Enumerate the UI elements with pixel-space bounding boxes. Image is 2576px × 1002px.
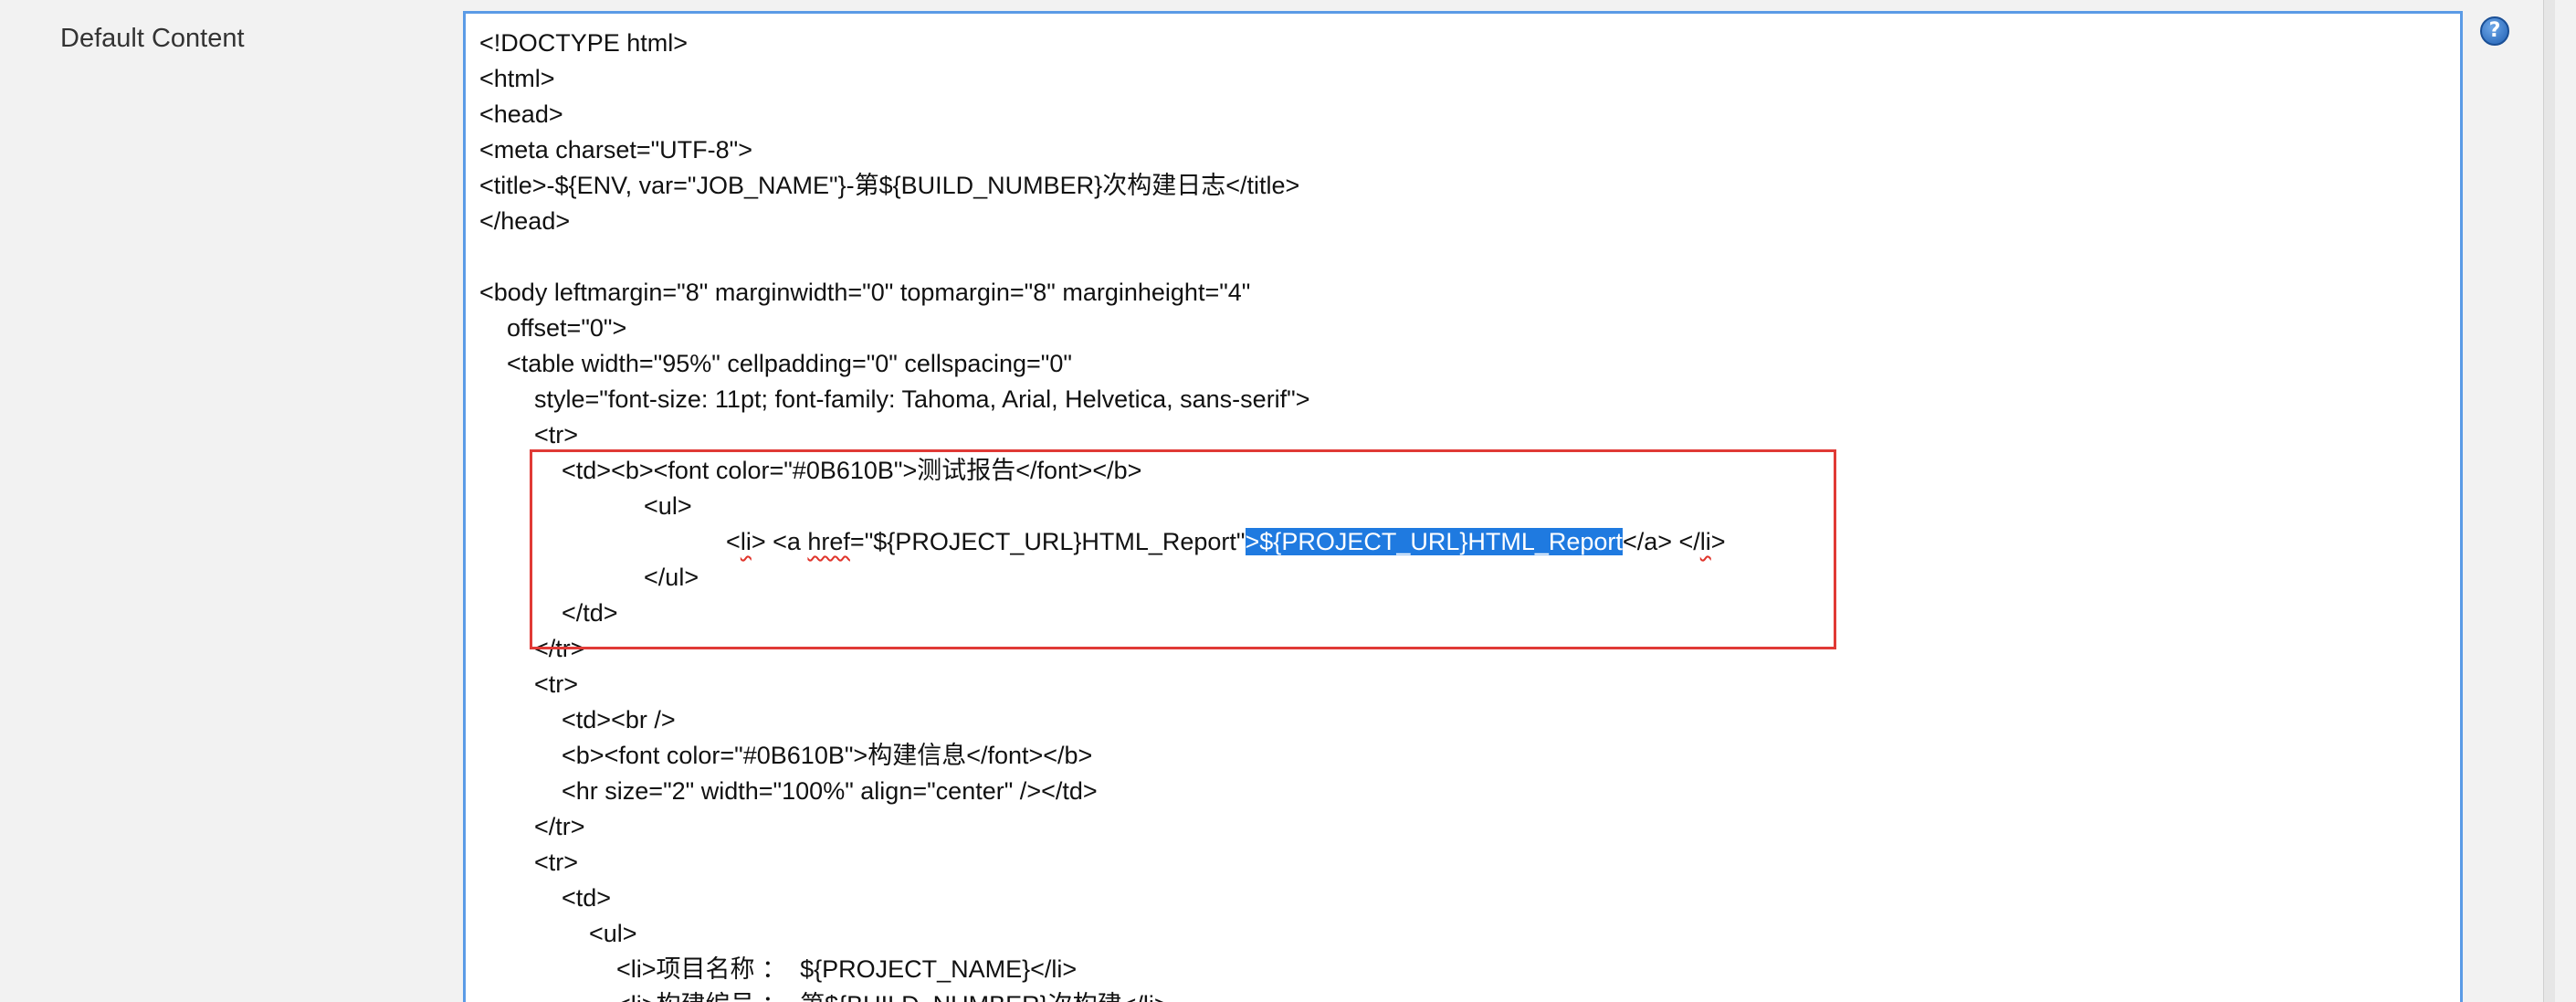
code-line: <meta charset="UTF-8"> (479, 136, 753, 163)
li-mid2: ="${PROJECT_URL}HTML_Report" (849, 528, 1246, 555)
li-tail2: > (1710, 528, 1726, 555)
code-line: </head> (479, 207, 571, 235)
default-content-label: Default Content (60, 24, 245, 53)
code-line: </tr> (479, 813, 585, 840)
li-mid1: > <a (751, 528, 808, 555)
code-line: <body leftmargin="8" marginwidth="0" top… (479, 279, 1251, 306)
code-line: <ul> (479, 920, 637, 947)
code-line: <head> (479, 100, 563, 128)
li-tail1: </a> </ (1622, 528, 1700, 555)
selected-text: >${PROJECT_URL}HTML_Report (1245, 528, 1623, 555)
code-line: <hr size="2" width="100%" align="center"… (479, 777, 1098, 805)
code-line: <html> (479, 65, 555, 92)
code-line: </td> (479, 599, 618, 627)
help-icon[interactable]: ? (2480, 16, 2509, 46)
code-line: <li>构建编号 ： 第${BUILD_NUMBER}次构建</li> (479, 987, 1169, 1002)
code-line: <ul> (479, 492, 692, 520)
code-line: <title>-${ENV, var="JOB_NAME"}-第${BUILD_… (479, 172, 1300, 199)
code-line: style="font-size: 11pt; font-family: Tah… (479, 385, 1310, 413)
li-close-tag: li (1699, 528, 1711, 555)
code-line: offset="0"> (479, 314, 627, 342)
code-line-li-report: <li> <a href="${PROJECT_URL}HTML_Report"… (479, 524, 1726, 560)
code-line: <b><font color="#0B610B">构建信息</font></b> (479, 742, 1093, 769)
code-line: <tr> (479, 849, 579, 876)
li-open-tag: li (740, 528, 752, 555)
code-line: <li>项目名称 ： ${PROJECT_NAME}</li> (479, 955, 1078, 983)
li-indent: < (479, 528, 741, 555)
code-line: <td><b><font color="#0B610B">测试报告</font>… (479, 457, 1142, 484)
href-attr: href (807, 528, 850, 555)
code-line: <td> (479, 884, 612, 912)
code-line: <td><br /> (479, 706, 676, 733)
code-line: </ul> (479, 564, 699, 591)
code-line: </tr> (479, 635, 585, 662)
settings-page: Default Content <!DOCTYPE html> <html> <… (0, 0, 2576, 1002)
page-scrollbar[interactable] (2543, 0, 2555, 1002)
default-content-textarea[interactable]: <!DOCTYPE html> <html> <head> <meta char… (463, 11, 2463, 1002)
code-line: <table width="95%" cellpadding="0" cells… (479, 350, 1072, 377)
code-line: <tr> (479, 670, 579, 698)
code-line: <!DOCTYPE html> (479, 29, 689, 57)
code-content: <!DOCTYPE html> <html> <head> <meta char… (466, 14, 2460, 1002)
code-line: <tr> (479, 421, 579, 448)
